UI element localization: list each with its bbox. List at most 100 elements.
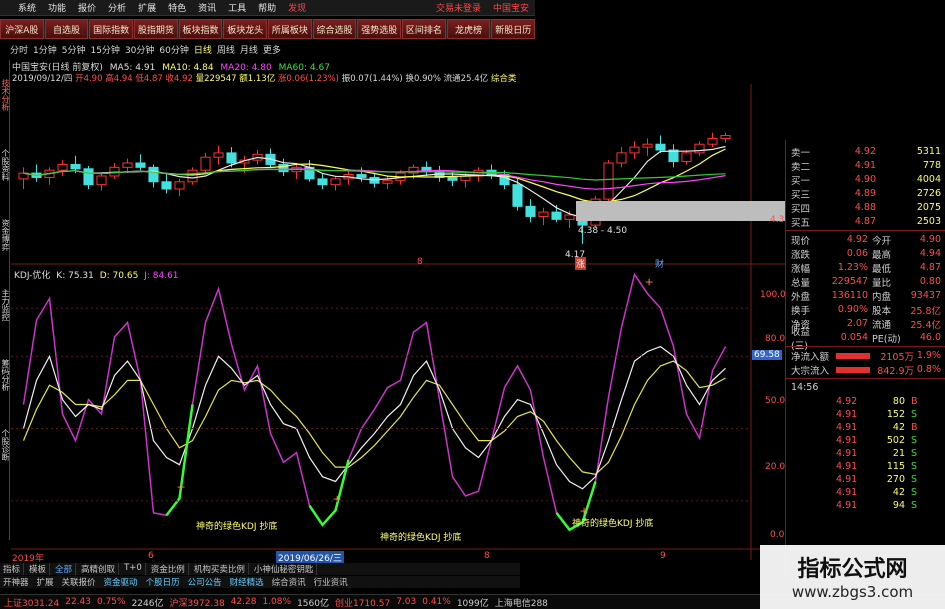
left-tab[interactable]: 个股资料 — [0, 130, 11, 200]
toolbar-button[interactable]: 股指期货 — [134, 19, 178, 39]
period-tab[interactable]: 60分钟 — [159, 43, 188, 56]
period-tab[interactable]: 分时 — [10, 43, 28, 56]
order-price: 4.88 — [854, 202, 876, 213]
period-tab[interactable]: 15分钟 — [90, 43, 119, 56]
candle-body — [57, 163, 68, 171]
kdj-title: KDJ-优化 — [14, 271, 51, 281]
order-book-row[interactable]: 买四 4.88 2075 — [786, 201, 945, 215]
menu-item[interactable]: 资讯 — [192, 1, 222, 14]
toolbar-button[interactable]: 板块龙头 — [223, 19, 268, 39]
toolbar-button[interactable]: 自选股 — [44, 19, 89, 39]
menu-item[interactable]: 帮助 — [252, 1, 282, 14]
indicator-tab[interactable]: 全部 — [52, 563, 77, 575]
toolbar-button[interactable]: 强势选股 — [357, 19, 402, 39]
status-item: 1099亿 — [456, 598, 489, 609]
flow-percent: 0.8% — [916, 364, 941, 375]
period-tab[interactable]: 30分钟 — [125, 43, 154, 56]
tick-volume: 42 — [892, 487, 905, 498]
order-book-row[interactable]: 卖二 4.91 778 — [786, 159, 945, 173]
stat-value: 25.4亿 — [910, 319, 941, 331]
period-tab[interactable]: 周线 — [217, 43, 235, 56]
info-tab[interactable]: 行业资讯 — [311, 576, 351, 588]
left-tab[interactable]: 主力监控 — [0, 270, 11, 340]
trade-login-status[interactable]: 交易未登录 — [430, 1, 487, 14]
left-tab[interactable]: 筹码分析 — [0, 340, 11, 410]
info-tab[interactable]: 开神器 — [0, 576, 32, 588]
quote-panel: 卖一 4.92 5311 卖二 4.91 778 买一 4.90 4004 买三 4.89 2726 买… — [785, 140, 945, 580]
menu-item[interactable]: 工具 — [222, 1, 252, 14]
period-tab[interactable]: 5分钟 — [62, 43, 86, 56]
indicator-tab[interactable]: 资金比例 — [148, 563, 189, 575]
kdj-j-value: J: 84.61 — [144, 271, 179, 281]
toolbar-button[interactable]: 国际指数 — [89, 19, 134, 39]
menu-item[interactable]: 分析 — [102, 1, 132, 14]
stat-label: 总量 — [791, 277, 811, 289]
info-tab[interactable]: 公司公告 — [185, 576, 225, 588]
tick-side: S — [911, 435, 918, 446]
candle-body — [317, 178, 328, 186]
left-tab[interactable]: 个股诊断 — [0, 410, 11, 480]
info-tab[interactable]: 扩展 — [34, 576, 57, 588]
left-tab[interactable]: 资金博弈 — [0, 200, 11, 270]
order-book-row[interactable]: 买三 4.89 2726 — [786, 187, 945, 201]
annotation-label: 神奇的绿色KDJ 抄底 — [380, 533, 462, 543]
order-book-row[interactable]: 买五 4.87 2503 — [786, 215, 945, 229]
info-tab[interactable]: 财经精选 — [227, 576, 267, 588]
indicator-tab[interactable]: 小神仙秘密钥匙 — [251, 563, 318, 575]
indicator-tab[interactable]: 高精创取 — [78, 563, 120, 575]
stat-value: 4.92 — [846, 234, 868, 245]
toolbar-button[interactable]: 龙虎榜 — [446, 19, 491, 39]
kdj-current-label: 69.58 — [752, 350, 782, 360]
stat-value: 0.054 — [840, 332, 868, 343]
menu-item[interactable]: 功能 — [42, 1, 72, 14]
info-tab[interactable]: 综合资讯 — [269, 576, 309, 588]
kdj-k-value: K: 75.31 — [56, 271, 94, 281]
period-tab[interactable]: 月线 — [240, 43, 258, 56]
price-kdj-chart[interactable]: ++++ — [11, 84, 785, 560]
annotation-label: 神奇的绿色KDJ 抄底 — [196, 522, 278, 532]
stat-value: 46.0 — [919, 332, 941, 343]
stat-value: 25.8亿 — [910, 305, 941, 317]
status-item: 上海电信288 — [494, 598, 548, 609]
menu-item[interactable]: 扩展 — [132, 1, 162, 14]
left-tab-technical[interactable]: 技术分析 — [0, 60, 11, 130]
stat-label: 内盘 — [872, 291, 892, 303]
stat-value: 4.90 — [919, 234, 941, 245]
toolbar-button[interactable]: 沪深A股 — [0, 19, 44, 39]
tick-side: S — [911, 461, 918, 472]
candle-body — [330, 178, 341, 186]
info-tab[interactable]: 个股日历 — [143, 576, 183, 588]
stat-label: 涨幅 — [791, 263, 811, 275]
toolbar-button[interactable]: 区间排名 — [402, 19, 446, 39]
info-tab[interactable]: 关联报价 — [59, 576, 99, 588]
order-book-row[interactable]: 卖一 4.92 5311 — [786, 145, 945, 159]
tick-side: S — [911, 500, 918, 511]
tick-price: 4.92 — [836, 396, 858, 407]
period-tab[interactable]: 1分钟 — [33, 43, 57, 56]
menu-item[interactable]: 报价 — [72, 1, 102, 14]
status-item: 22.43 — [65, 597, 91, 607]
period-tab-more[interactable]: 更多 — [263, 43, 281, 56]
menu-item-discover[interactable]: 发现 — [282, 1, 312, 14]
toolbar-button[interactable]: 综合选股 — [312, 19, 357, 39]
menu-item[interactable]: 特色 — [162, 1, 192, 14]
kdj-d-value: D: 70.65 — [99, 271, 139, 281]
period-tab-daily[interactable]: 日线 — [194, 43, 212, 56]
quote-stat-row: 收益(三) 0.054 PE(动) 46.0 — [786, 327, 945, 352]
info-tab[interactable]: 资金驱动 — [101, 576, 141, 588]
candle-body — [174, 181, 185, 190]
indicator-tab[interactable]: 机构买卖比例 — [191, 563, 249, 575]
flow-bar — [836, 352, 870, 359]
capital-flow-row: 净流入额 2105万 1.9% — [786, 349, 945, 363]
toolbar-button[interactable]: 板块指数 — [178, 19, 223, 39]
status-item: 1560亿 — [297, 598, 329, 609]
indicator-tab[interactable]: T+0 — [121, 563, 146, 575]
order-book-row[interactable]: 买一 4.90 4004 — [786, 173, 945, 187]
indicator-tab[interactable]: 指标 — [0, 563, 25, 575]
menu-item[interactable]: 系统 — [12, 1, 42, 14]
indicator-tab[interactable]: 模板 — [26, 563, 51, 575]
bar-info: 2019/09/12/四 开4.90 高4.94 低4.87 收4.92 量22… — [12, 72, 516, 84]
kdj-line-d — [22, 360, 726, 475]
toolbar-button[interactable]: 新股日历 — [491, 19, 536, 39]
toolbar-button[interactable]: 所属板块 — [268, 19, 312, 39]
